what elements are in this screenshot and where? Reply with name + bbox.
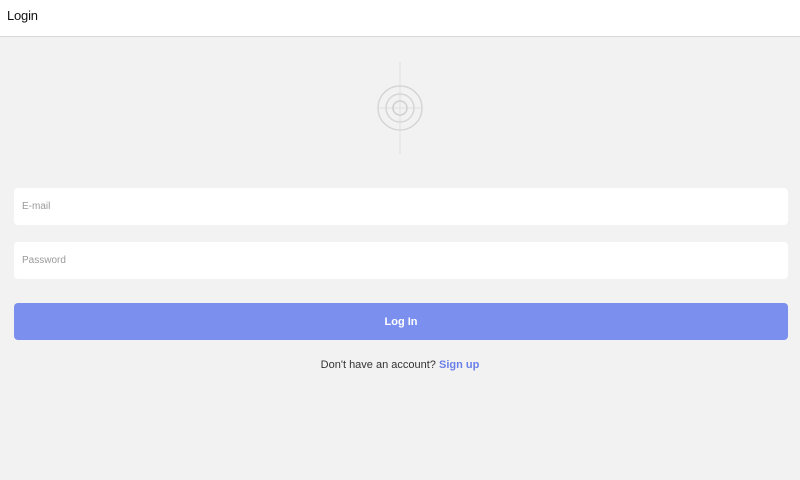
email-field[interactable]	[14, 188, 788, 225]
top-app-bar: Login	[0, 0, 800, 37]
signup-prompt-row: Don't have an account? Sign up	[0, 359, 800, 371]
page-title: Login	[7, 8, 38, 23]
password-field[interactable]	[14, 242, 788, 279]
signup-link[interactable]: Sign up	[439, 359, 479, 371]
concentric-circles-logo-icon	[377, 60, 423, 156]
signup-prompt-text: Don't have an account?	[320, 359, 436, 371]
login-button[interactable]: Log In	[14, 303, 788, 340]
